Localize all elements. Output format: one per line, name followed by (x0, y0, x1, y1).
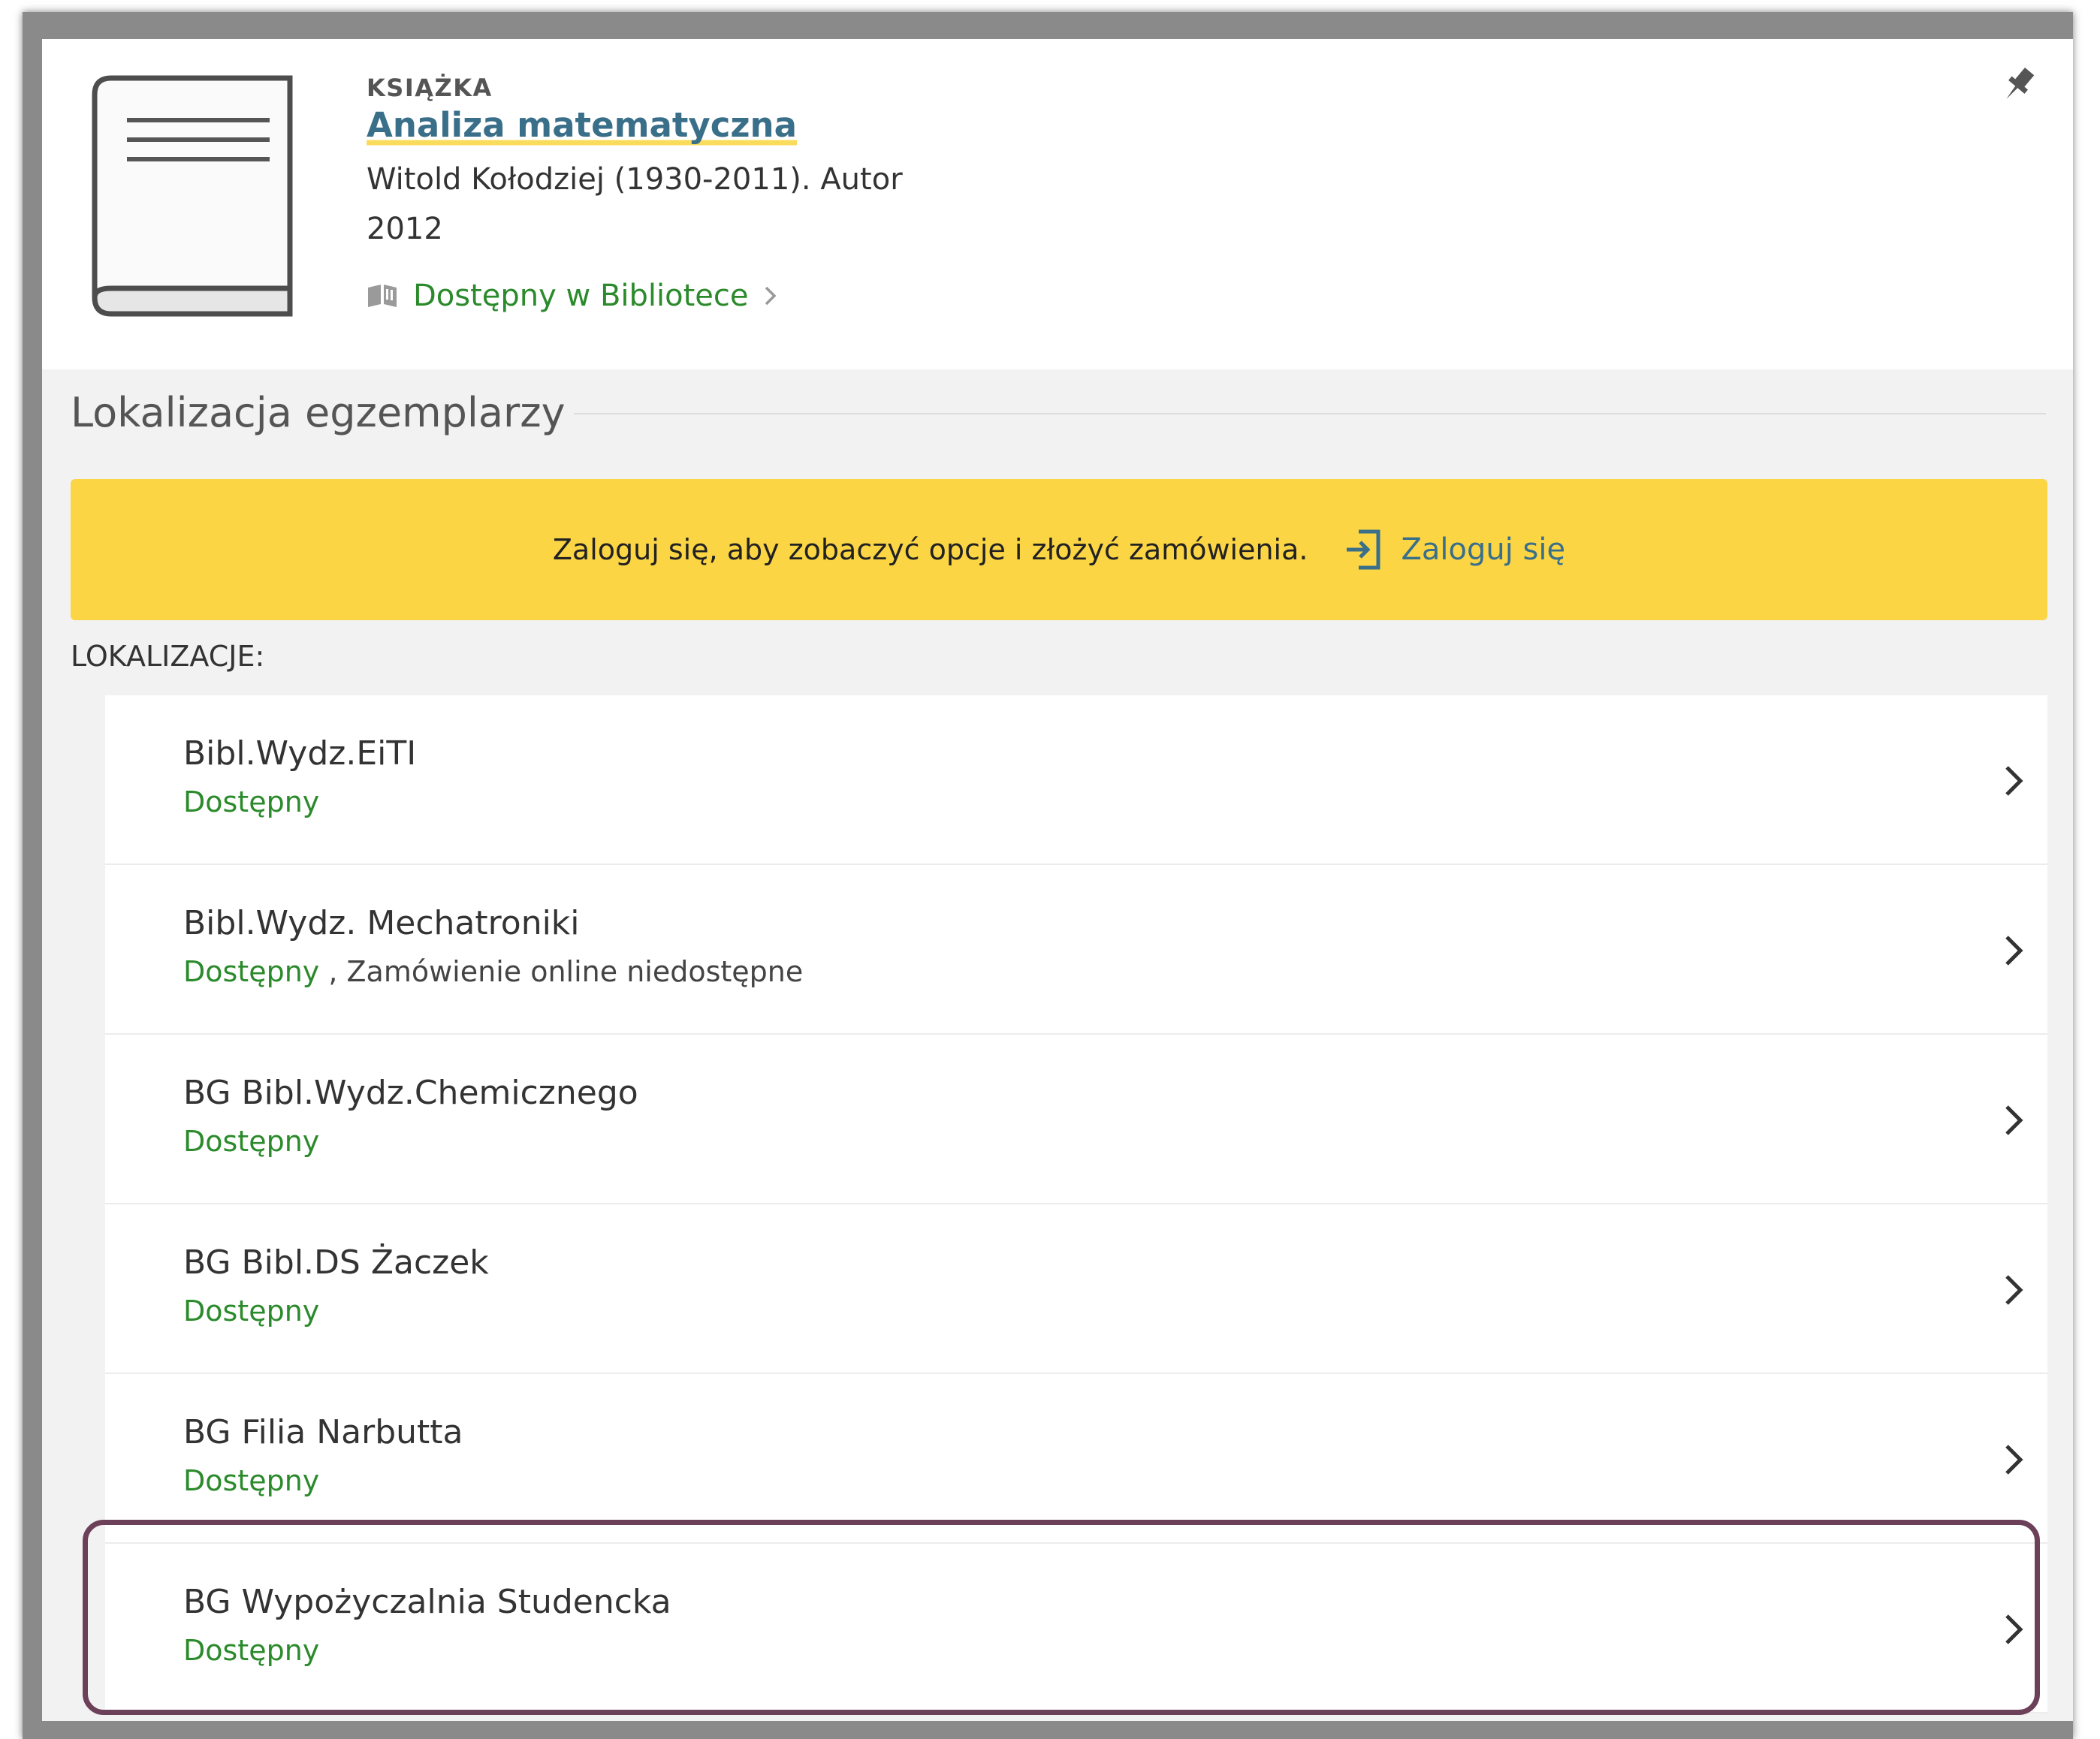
chevron-right-icon (765, 286, 776, 306)
location-status: Dostępny (183, 785, 319, 818)
chevron-right-icon (2005, 936, 2023, 966)
location-name: BG Wypożyczalnia Studencka (183, 1583, 671, 1621)
chevron-right-icon (2005, 766, 2023, 796)
location-item[interactable]: Bibl.Wydz.EiTI Dostępny (105, 695, 2047, 865)
location-name: Bibl.Wydz. Mechatroniki (183, 904, 580, 942)
record-title-link[interactable]: Analiza matematyczna (367, 105, 797, 148)
location-availability: Dostępny (183, 955, 320, 988)
location-availability: Dostępny (183, 785, 320, 818)
login-label: Zaloguj się (1401, 532, 1566, 567)
location-availability: Dostępny (183, 1464, 320, 1497)
location-note: , Zamówienie online niedostępne (319, 955, 804, 988)
record-panel: KSIĄŻKA Analiza matematyczna Witold Koło… (42, 39, 2073, 1721)
location-status: Dostępny (183, 1634, 319, 1667)
pin-icon[interactable] (1998, 63, 2040, 105)
record-card: KSIĄŻKA Analiza matematyczna Witold Koło… (42, 39, 2073, 369)
login-button[interactable]: Zaloguj się (1342, 527, 1565, 572)
location-availability: Dostępny (183, 1125, 320, 1158)
section-divider (574, 413, 2046, 414)
location-name: BG Bibl.DS Żaczek (183, 1243, 489, 1282)
login-banner: Zaloguj się, aby zobaczyć opcje i złożyć… (71, 479, 2047, 620)
location-status: Dostępny (183, 1464, 319, 1497)
location-availability: Dostępny (183, 1294, 320, 1328)
location-item[interactable]: BG Bibl.DS Żaczek Dostępny (105, 1204, 2047, 1374)
location-name: BG Bibl.Wydz.Chemicznego (183, 1074, 638, 1112)
location-item[interactable]: BG Bibl.Wydz.Chemicznego Dostępny (105, 1035, 2047, 1204)
sign-in-icon (1347, 529, 1380, 570)
section-title: Lokalizacja egzemplarzy (71, 389, 566, 436)
record-author: Witold Kołodziej (1930-2011). Autor (367, 162, 903, 197)
location-availability: Dostępny (183, 1634, 320, 1667)
location-name: BG Filia Narbutta (183, 1413, 463, 1451)
location-name: Bibl.Wydz.EiTI (183, 734, 417, 773)
availability-text: Dostępny w Bibliotece (413, 279, 749, 313)
location-status: Dostępny (183, 1125, 319, 1158)
location-status: Dostępny , Zamówienie online niedostępne (183, 955, 803, 988)
location-status: Dostępny (183, 1294, 319, 1328)
resource-type: KSIĄŻKA (367, 74, 493, 102)
record-year: 2012 (367, 212, 443, 246)
open-book-icon (368, 285, 397, 307)
locations-list: Bibl.Wydz.EiTI Dostępny Bibl.Wydz. Mecha… (105, 695, 2047, 1713)
location-item[interactable]: BG Wypożyczalnia Studencka Dostępny (105, 1544, 2047, 1713)
location-item[interactable]: Bibl.Wydz. Mechatroniki Dostępny , Zamów… (105, 865, 2047, 1035)
book-icon (92, 75, 293, 317)
locations-heading: LOKALIZACJE: (71, 640, 265, 673)
location-item[interactable]: BG Filia Narbutta Dostępny (105, 1374, 2047, 1544)
chevron-right-icon (2005, 1105, 2023, 1135)
chevron-right-icon (2005, 1445, 2023, 1475)
login-banner-text: Zaloguj się, aby zobaczyć opcje i złożyć… (552, 533, 1308, 566)
availability-link[interactable]: Dostępny w Bibliotece (367, 275, 777, 317)
chevron-right-icon (2005, 1275, 2023, 1305)
chevron-right-icon (2005, 1614, 2023, 1644)
